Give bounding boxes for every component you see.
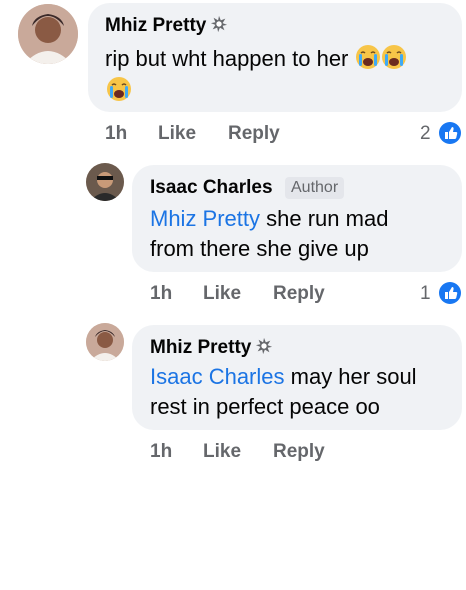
like-button[interactable]: Like: [158, 123, 196, 145]
commenter-name[interactable]: Mhiz Pretty: [150, 337, 273, 359]
avatar[interactable]: [86, 323, 124, 361]
commenter-name[interactable]: Mhiz Pretty: [105, 15, 228, 37]
mention-link[interactable]: Mhiz Pretty: [150, 206, 260, 231]
comment-text: Mhiz Pretty she run mad from there she gi…: [150, 206, 389, 261]
author-badge: Author: [285, 177, 345, 199]
reply-button[interactable]: Reply: [273, 441, 325, 463]
commenter-name[interactable]: Isaac Charles: [150, 177, 273, 199]
comment-text: rip but wht happen to her: [105, 44, 445, 78]
like-reaction-icon[interactable]: [438, 281, 462, 305]
crying-emoji-icon: [381, 44, 407, 78]
like-button[interactable]: Like: [203, 441, 241, 463]
crying-emoji-icon: [355, 44, 381, 78]
comment-text: Isaac Charles may her soul rest in perfec…: [150, 364, 417, 419]
avatar[interactable]: [86, 163, 124, 201]
avatar[interactable]: [18, 4, 78, 64]
reaction-count[interactable]: 1: [420, 283, 431, 305]
comment-time[interactable]: 1h: [105, 123, 127, 145]
reply-button[interactable]: Reply: [273, 283, 325, 305]
comment-time[interactable]: 1h: [150, 441, 172, 463]
reply-button[interactable]: Reply: [228, 123, 280, 145]
comment-time[interactable]: 1h: [150, 283, 172, 305]
reaction-count[interactable]: 2: [420, 123, 431, 145]
top-fan-badge-icon: [211, 15, 228, 33]
crying-emoji-icon: [106, 76, 132, 107]
like-reaction-icon[interactable]: [438, 121, 462, 145]
top-fan-badge-icon: [256, 337, 273, 355]
like-button[interactable]: Like: [203, 283, 241, 305]
mention-link[interactable]: Isaac Charles: [150, 364, 285, 389]
